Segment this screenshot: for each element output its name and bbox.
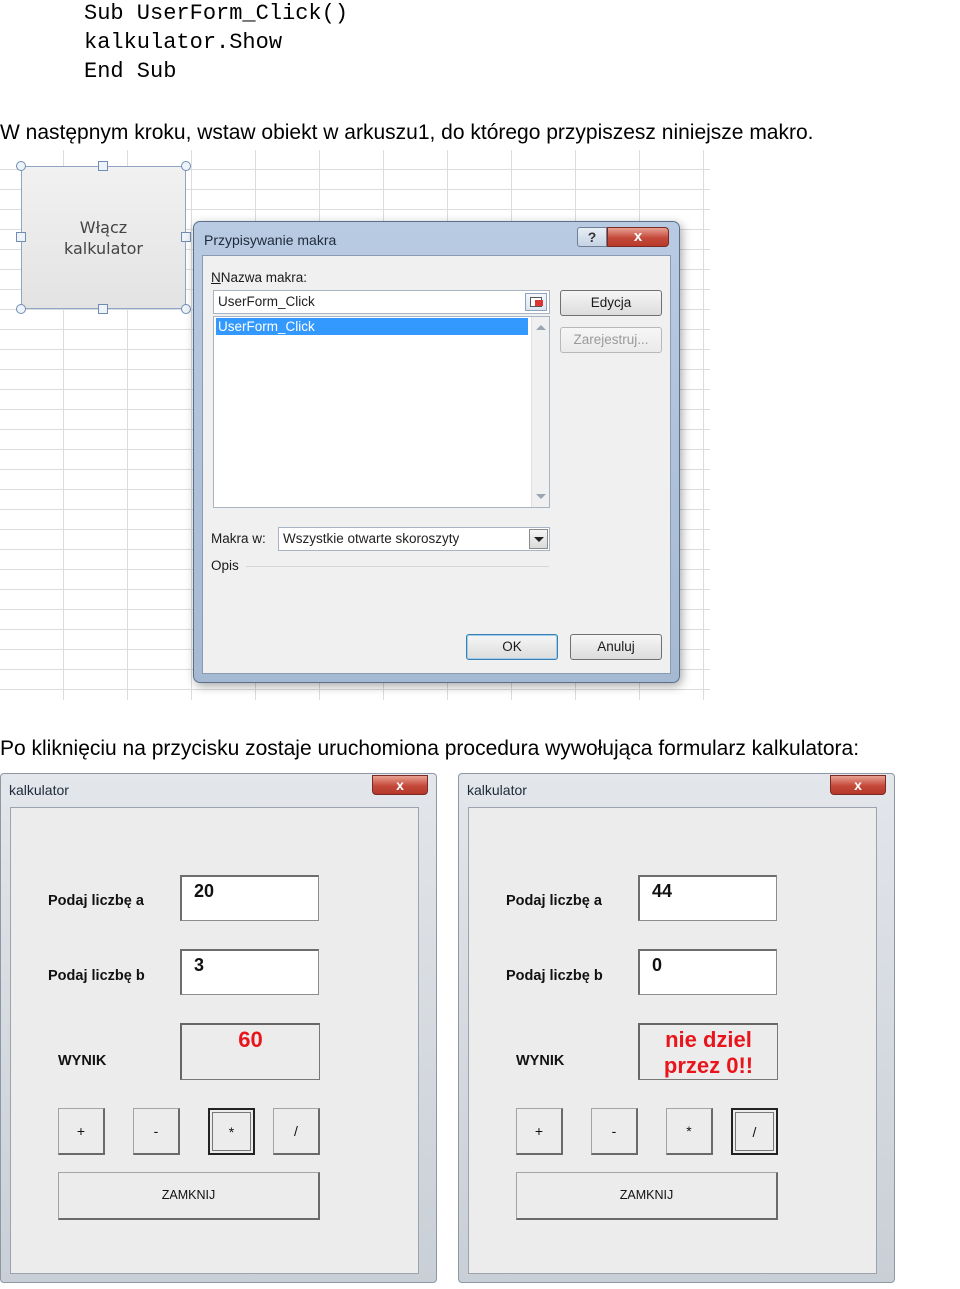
help-button[interactable]: ? <box>577 227 607 247</box>
shape-button-line2: kalkulator <box>63 238 144 258</box>
code-line-end: End Sub <box>84 59 177 84</box>
input-a[interactable]: 20 <box>180 875 319 921</box>
resize-handle-top-left[interactable] <box>16 161 26 171</box>
result-field: 60 <box>180 1023 320 1080</box>
shape-button-start-calculator[interactable]: Włącz kalkulator <box>21 166 186 309</box>
record-button[interactable]: Zarejestruj... <box>560 327 662 353</box>
divide-button[interactable]: / <box>731 1108 778 1155</box>
cancel-button[interactable]: Anuluj <box>570 634 662 660</box>
macros-in-select[interactable]: Wszystkie otwarte skoroszyty <box>278 527 550 551</box>
macro-list[interactable]: UserForm_Click <box>213 316 550 508</box>
resize-handle-left[interactable] <box>16 232 26 242</box>
dropdown-arrow-icon[interactable] <box>529 529 548 549</box>
resize-handle-bottom-right[interactable] <box>181 304 191 314</box>
minus-button[interactable]: - <box>591 1108 638 1155</box>
close-form-button[interactable]: ZAMKNIJ <box>516 1172 778 1220</box>
calculator-body: Podaj liczbę a 44 Podaj liczbę b 0 WYNIK… <box>468 807 877 1274</box>
edit-button[interactable]: Edycja <box>560 290 662 316</box>
shape-button-line1: Włącz <box>79 217 128 237</box>
dialog-title: Przypisywanie makra <box>204 232 337 248</box>
multiply-button[interactable]: * <box>666 1108 713 1155</box>
calculator-title: kalkulator <box>9 782 69 798</box>
multiply-button[interactable]: * <box>208 1108 255 1155</box>
macro-name-input[interactable]: UserForm_Click <box>213 290 550 314</box>
input-b[interactable]: 3 <box>180 949 319 995</box>
macros-in-label: Makra w: <box>211 531 266 546</box>
macro-name-label: NNazwa makra: <box>211 270 308 285</box>
calculator-form-2: kalkulator x Podaj liczbę a 44 Podaj lic… <box>458 773 895 1283</box>
scroll-down-icon[interactable] <box>536 494 546 499</box>
resize-handle-top[interactable] <box>98 161 108 171</box>
macro-name-label-text: Nazwa makra: <box>220 270 308 285</box>
resize-handle-bottom-left[interactable] <box>16 304 26 314</box>
resize-handle-top-right[interactable] <box>181 161 191 171</box>
description-label: Opis <box>211 558 239 573</box>
paragraph-procedure-launch: Po kliknięciu na przycisku zostaje uruch… <box>0 737 860 760</box>
calculator-body: Podaj liczbę a 20 Podaj liczbę b 3 WYNIK… <box>10 807 419 1274</box>
close-button[interactable]: x <box>607 227 669 247</box>
result-label: WYNIK <box>58 1053 107 1069</box>
label-a: Podaj liczbę a <box>506 893 602 909</box>
paragraph-insert-object: W następnym kroku, wstaw obiekt w arkusz… <box>0 121 814 144</box>
scroll-up-icon[interactable] <box>536 325 546 330</box>
list-item-selected[interactable]: UserForm_Click <box>216 318 528 335</box>
list-scrollbar[interactable] <box>531 317 549 507</box>
plus-button[interactable]: + <box>516 1108 563 1155</box>
input-b[interactable]: 0 <box>638 949 777 995</box>
label-b: Podaj liczbę b <box>506 968 603 984</box>
description-divider <box>246 566 549 567</box>
resize-handle-right[interactable] <box>181 232 191 242</box>
input-a[interactable]: 44 <box>638 875 777 921</box>
macros-in-value: Wszystkie otwarte skoroszyty <box>283 531 460 546</box>
result-field: nie dziel przez 0!! <box>638 1023 778 1080</box>
code-line-sub: Sub UserForm_Click() <box>84 1 349 26</box>
result-label: WYNIK <box>516 1053 565 1069</box>
result-line1: 60 <box>238 1027 263 1052</box>
label-a: Podaj liczbę a <box>48 893 144 909</box>
dialog-body: NNazwa makra: UserForm_Click UserForm_Cl… <box>202 255 671 674</box>
divide-button[interactable]: / <box>273 1108 320 1155</box>
calculator-title: kalkulator <box>467 782 527 798</box>
calculator-close-button[interactable]: x <box>830 775 886 795</box>
minus-button[interactable]: - <box>133 1108 180 1155</box>
code-line-show: kalkulator.Show <box>84 30 283 55</box>
label-b: Podaj liczbę b <box>48 968 145 984</box>
calculator-close-button[interactable]: x <box>372 775 428 795</box>
calculator-form-1: kalkulator x Podaj liczbę a 20 Podaj lic… <box>0 773 437 1283</box>
assign-macro-dialog: Przypisywanie makra ? x NNazwa makra: Us… <box>193 221 680 683</box>
result-line2: przez 0!! <box>663 1053 754 1078</box>
result-line1: nie dziel <box>665 1027 752 1052</box>
close-form-button[interactable]: ZAMKNIJ <box>58 1172 320 1220</box>
resize-handle-bottom[interactable] <box>98 304 108 314</box>
macro-name-value: UserForm_Click <box>218 294 315 309</box>
plus-button[interactable]: + <box>58 1108 105 1155</box>
ok-button[interactable]: OK <box>466 634 558 660</box>
collapse-dialog-icon[interactable] <box>525 293 547 311</box>
